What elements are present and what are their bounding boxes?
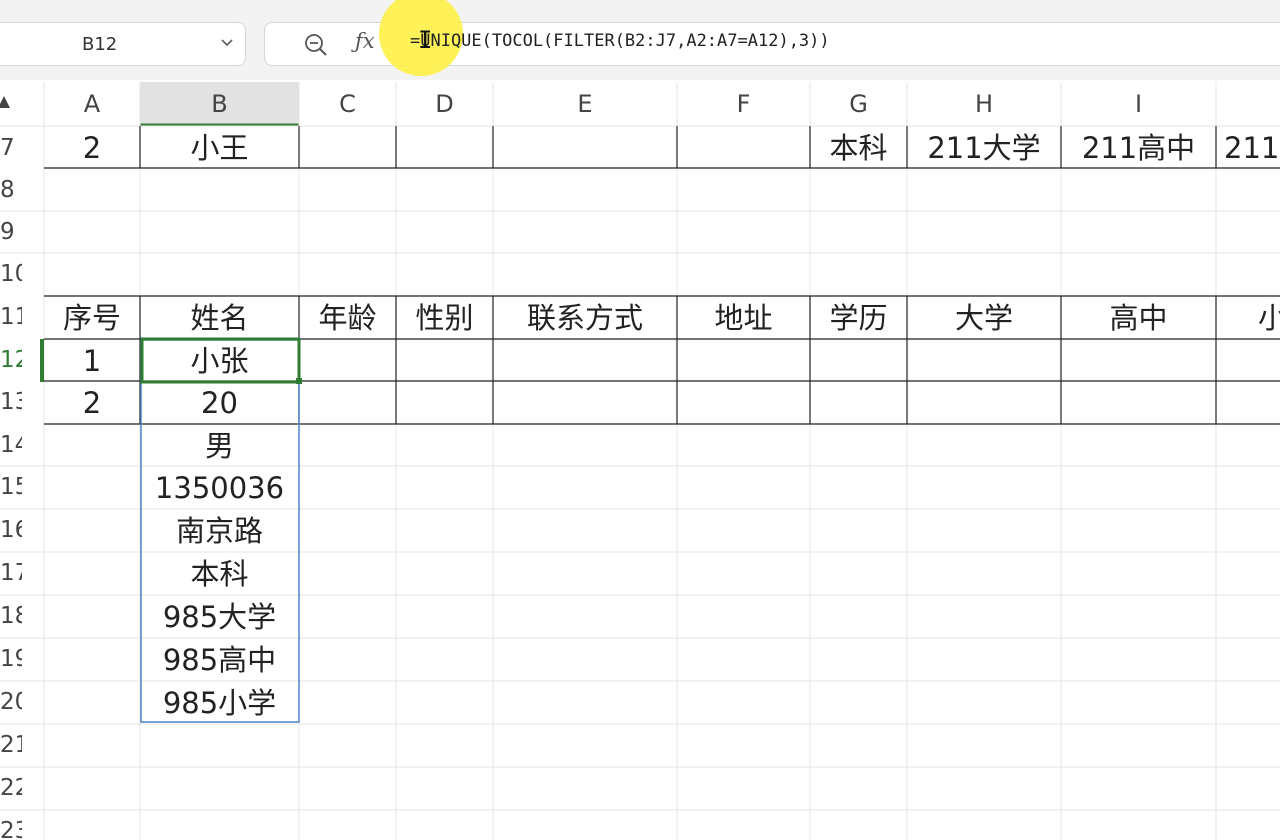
row-header-23[interactable]: 23 — [0, 810, 22, 840]
header-cell-d11[interactable]: 性别 — [396, 297, 493, 339]
spill-cell-b17[interactable]: 本科 — [140, 553, 299, 595]
header-cell-b11[interactable]: 姓名 — [140, 297, 299, 339]
row-header-20[interactable]: 20 — [0, 681, 22, 723]
cell-b7[interactable]: 小王 — [140, 127, 299, 169]
row-header-12[interactable]: 12 — [0, 339, 22, 381]
header-cell-c11[interactable]: 年龄 — [299, 297, 396, 339]
cell-i7[interactable]: 211高中 — [1061, 127, 1216, 169]
header-cell-f11[interactable]: 地址 — [677, 297, 810, 339]
header-cell-h11[interactable]: 大学 — [907, 297, 1061, 339]
header-cell-g11[interactable]: 学历 — [810, 297, 907, 339]
cell-g7[interactable]: 本科 — [810, 127, 907, 169]
column-header-e[interactable]: E — [493, 82, 677, 126]
column-header-f[interactable]: F — [677, 82, 810, 126]
header-cell-j11[interactable]: 小 — [1258, 297, 1280, 339]
cell-b12-selected[interactable]: 小张 — [140, 340, 299, 382]
row-header-8[interactable]: 8 — [0, 169, 13, 211]
row-header-21[interactable]: 21 — [0, 724, 22, 766]
cell-a12[interactable]: 1 — [44, 340, 140, 382]
row-header-14[interactable]: 14 — [0, 424, 22, 466]
row-header-16[interactable]: 16 — [0, 509, 22, 551]
column-header-h[interactable]: H — [907, 82, 1061, 126]
row-header-15[interactable]: 15 — [0, 466, 22, 508]
column-header-i[interactable]: I — [1061, 82, 1216, 126]
spill-cell-b15[interactable]: 1350036 — [140, 467, 299, 509]
cell-h7[interactable]: 211大学 — [907, 127, 1061, 169]
row-header-17[interactable]: 17 — [0, 552, 22, 594]
row-header-13[interactable]: 13 — [0, 381, 22, 423]
header-cell-a11[interactable]: 序号 — [44, 297, 140, 339]
spill-cell-b14[interactable]: 男 — [140, 425, 299, 467]
column-header-b[interactable]: B — [140, 82, 299, 126]
spill-cell-b16[interactable]: 南京路 — [140, 510, 299, 552]
header-cell-e11[interactable]: 联系方式 — [493, 297, 677, 339]
column-header-d[interactable]: D — [396, 82, 493, 126]
cell-a7[interactable]: 2 — [44, 127, 140, 169]
spill-cell-b20[interactable]: 985小学 — [140, 682, 299, 724]
header-cell-i11[interactable]: 高中 — [1061, 297, 1216, 339]
spill-cell-b18[interactable]: 985大学 — [140, 596, 299, 638]
cell-j7[interactable]: 211 — [1224, 127, 1280, 169]
spill-cell-b13[interactable]: 20 — [140, 382, 299, 424]
row-header-7[interactable]: 7 — [0, 127, 13, 169]
cell-a13[interactable]: 2 — [44, 382, 140, 424]
column-header-a[interactable]: A — [44, 82, 140, 126]
column-header-c[interactable]: C — [299, 82, 396, 126]
row-header-22[interactable]: 22 — [0, 767, 22, 809]
row-header-10[interactable]: 10 — [0, 253, 22, 295]
row-header-19[interactable]: 19 — [0, 638, 22, 680]
row-header-11[interactable]: 11 — [0, 296, 22, 338]
row-header-9[interactable]: 9 — [0, 211, 13, 253]
row-header-18[interactable]: 18 — [0, 595, 22, 637]
column-header-g[interactable]: G — [810, 82, 907, 126]
spill-cell-b19[interactable]: 985高中 — [140, 639, 299, 681]
